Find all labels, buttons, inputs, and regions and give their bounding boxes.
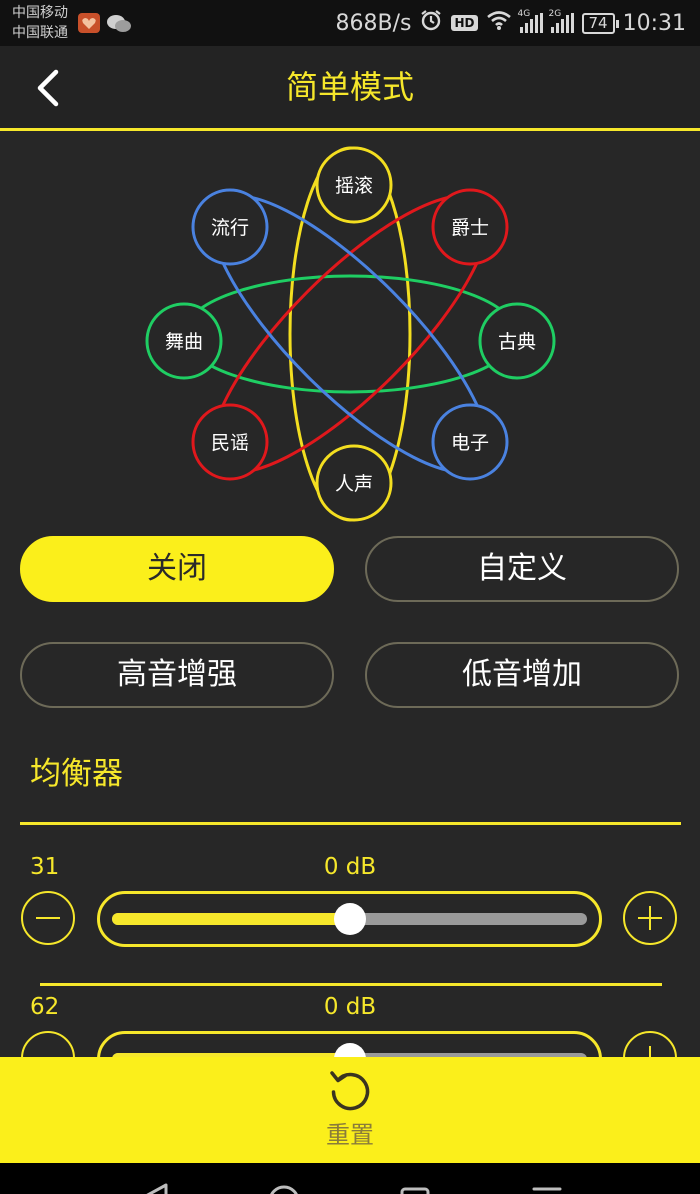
app-notification-icon [78,13,100,33]
reset-button[interactable]: 重置 [0,1057,700,1163]
band-slider[interactable] [97,891,602,947]
slider-thumb[interactable] [333,903,366,935]
signal-label-2g: 2G [548,9,562,19]
hd-badge: HD [451,15,478,31]
genre-folk[interactable]: 民谣 [191,403,269,481]
equalizer-divider [20,822,681,825]
band-increase-button[interactable] [623,891,677,945]
band-gain: 0 dB [323,994,377,1020]
genre-pop[interactable]: 流行 [191,188,269,266]
signal-label-4g: 4G [517,9,531,19]
status-bar: 中国移动 中国联通 868B/s HD 4G 2G 74 10:31 [0,0,700,46]
genre-classical-label: 古典 [498,331,536,353]
genre-vocal[interactable]: 人声 [315,444,393,522]
mode-custom-button[interactable]: 自定义 [365,536,679,602]
genre-dance-label: 舞曲 [165,331,203,353]
band-gain: 0 dB [323,854,377,880]
mode-bass-boost-button[interactable]: 低音增加 [365,642,679,708]
genre-pop-label: 流行 [211,217,249,239]
band-decrease-button[interactable] [21,891,75,945]
menu-lines-icon[interactable] [530,1185,564,1194]
mode-off-button[interactable]: 关闭 [20,536,334,602]
wechat-icon [106,13,131,33]
app-screen: 中国移动 中国联通 868B/s HD 4G 2G 74 10:31 简单模式 … [0,0,700,1194]
genre-rock[interactable]: 摇滚 [315,146,393,224]
reset-label: 重置 [326,1121,374,1149]
band-divider [40,983,662,986]
recents-square-icon[interactable] [398,1185,434,1194]
genre-electronic[interactable]: 电子 [431,403,509,481]
app-header: 简单模式 [0,46,700,128]
system-nav-bar [0,1163,700,1194]
genre-classical[interactable]: 古典 [478,302,556,380]
page-title: 简单模式 [285,68,414,106]
alarm-icon [419,8,443,38]
orbit-dance-classical [182,274,518,394]
band-frequency: 62 [30,994,60,1020]
mode-treble-boost-button[interactable]: 高音增强 [20,642,334,708]
carrier-name-1: 中国移动 [12,5,68,21]
reset-icon [330,1071,370,1111]
battery-icon: 74 [581,12,619,34]
equalizer-title: 均衡器 [30,756,123,792]
genre-folk-label: 民谣 [211,432,249,454]
genre-preset-diagram: 摇滚 爵士 古典 电子 人声 民谣 舞曲 流行 [145,146,556,522]
clock: 10:31 [622,10,686,36]
genre-vocal-label: 人声 [335,473,373,495]
slider-fill [112,913,350,925]
status-indicators: 868B/s HD 4G 2G 74 10:31 [336,8,686,38]
wifi-icon [486,9,512,37]
back-button[interactable] [20,60,76,116]
net-speed: 868B/s [335,10,412,36]
genre-rock-label: 摇滚 [335,175,373,197]
slider-track [112,903,587,935]
back-triangle-icon[interactable] [138,1181,172,1194]
genre-electronic-label: 电子 [451,432,489,454]
genre-dance[interactable]: 舞曲 [145,302,223,380]
home-circle-icon[interactable] [266,1183,302,1194]
genre-jazz-label: 爵士 [451,217,489,239]
signal-icon-2: 2G [549,9,574,33]
genre-jazz[interactable]: 爵士 [431,188,509,266]
carrier-name-2: 中国联通 [12,25,68,41]
header-divider [0,128,700,131]
band-frequency: 31 [30,854,60,880]
chevron-left-icon [37,69,59,107]
signal-icon: 4G [518,9,543,33]
